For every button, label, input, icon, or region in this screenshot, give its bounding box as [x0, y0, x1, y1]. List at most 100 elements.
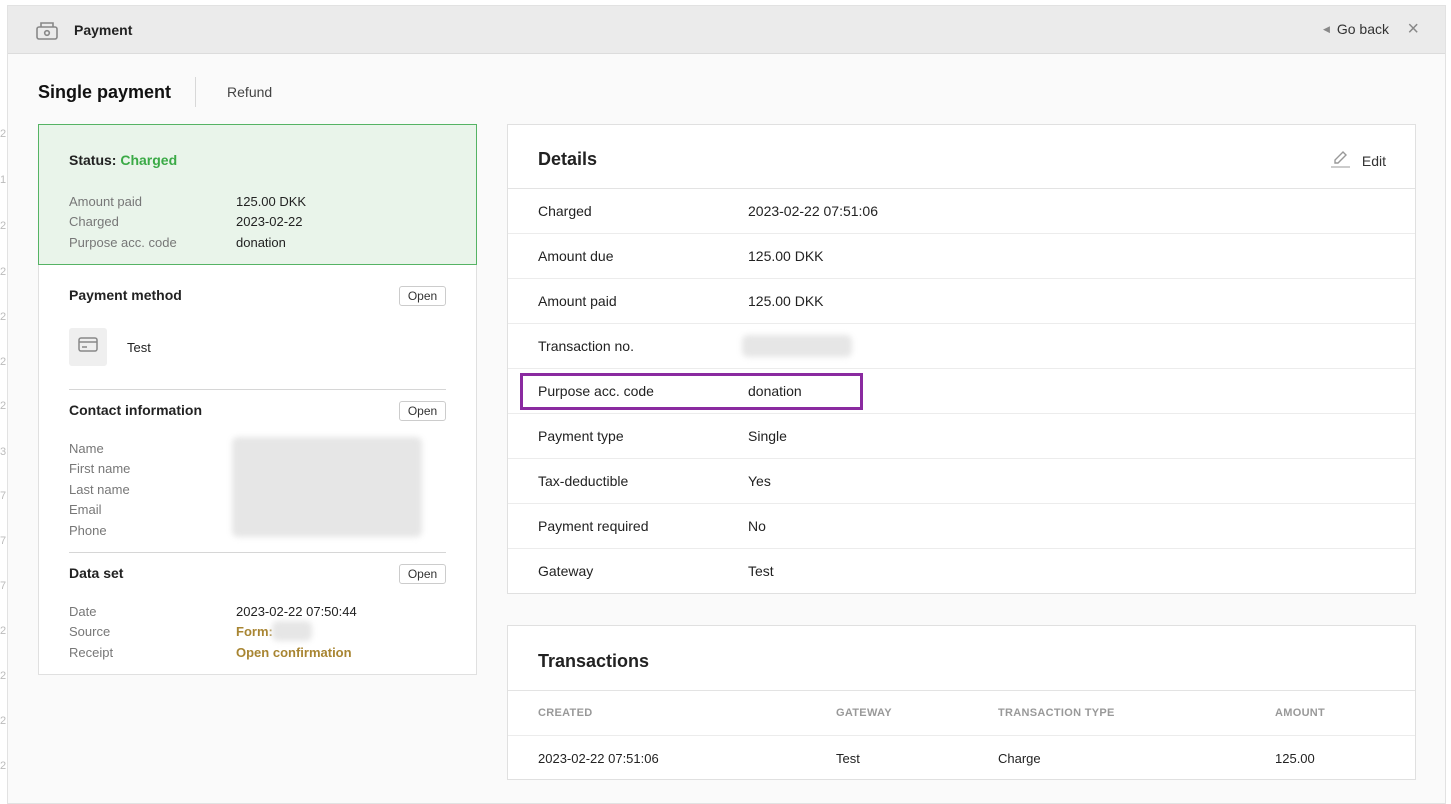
background-digit: 2 [0, 128, 7, 140]
detail-row-gateway: Gateway Test [508, 549, 1415, 594]
background-page-edge: 2 1 2 2 2 2 2 3 7 7 7 2 2 2 2 [0, 0, 7, 804]
dataset-open-button[interactable]: Open [399, 564, 446, 584]
edit-label: Edit [1361, 152, 1386, 169]
detail-value: Test [748, 563, 774, 579]
detail-label: Payment type [538, 428, 624, 444]
detail-row-payment-type: Payment type Single [508, 414, 1415, 459]
payment-tabs: Single payment Refund [38, 76, 272, 108]
status-box: Status: Charged Amount paid 125.00 DKK C… [38, 124, 477, 265]
cell-gateway: Test [836, 751, 860, 766]
contact-name-label: Name [69, 441, 104, 456]
payment-method-icon-tile [69, 328, 107, 366]
background-digit: 2 [0, 220, 7, 232]
detail-value: Single [748, 428, 787, 444]
payment-modal: Payment ◀ Go back × Single payment Refun… [7, 5, 1446, 804]
dataset-source-label: Source [69, 624, 111, 639]
status-line: Status: Charged [69, 152, 177, 168]
contact-info-title: Contact information [69, 402, 202, 418]
payment-method-title: Payment method [69, 287, 182, 303]
status-label: Status: [69, 152, 117, 168]
detail-value: 125.00 DKK [748, 248, 824, 264]
detail-label: Transaction no. [538, 338, 634, 354]
credit-card-icon [78, 337, 98, 357]
detail-label: Payment required [538, 518, 649, 534]
contact-first-name-label: First name [69, 461, 131, 476]
status-amount-label: Amount paid [69, 194, 142, 209]
close-icon[interactable]: × [1407, 19, 1419, 39]
detail-row-tax-deductible: Tax-deductible Yes [508, 459, 1415, 504]
detail-row-charged: Charged 2023-02-22 07:51:06 [508, 189, 1415, 234]
detail-value: Yes [748, 473, 771, 489]
open-confirmation-link[interactable]: Open confirmation [236, 645, 352, 660]
divider [69, 552, 446, 553]
contact-info-open-button[interactable]: Open [399, 401, 446, 421]
transactions-card: Transactions CREATED GATEWAY TRANSACTION… [507, 625, 1416, 780]
detail-label: Tax-deductible [538, 473, 629, 489]
divider [69, 389, 446, 390]
column-header-created[interactable]: CREATED [538, 707, 592, 719]
column-header-transaction-type[interactable]: TRANSACTION TYPE [998, 707, 1115, 719]
detail-row-payment-required: Payment required No [508, 504, 1415, 549]
dataset-date-label: Date [69, 604, 97, 619]
table-row[interactable]: 2023-02-22 07:51:06 Test Charge 125.00 [508, 736, 1415, 780]
dataset-receipt-label: Receipt [69, 645, 114, 660]
dataset-source-link[interactable]: Form: [236, 624, 273, 639]
detail-row-amount-paid: Amount paid 125.00 DKK [508, 279, 1415, 324]
column-header-gateway[interactable]: GATEWAY [836, 707, 892, 719]
background-digit: 7 [0, 490, 7, 502]
background-digit: 2 [0, 400, 7, 412]
cell-created: 2023-02-22 07:51:06 [538, 751, 659, 766]
column-header-amount[interactable]: AMOUNT [1275, 707, 1325, 719]
status-amount-value: 125.00 DKK [236, 194, 307, 209]
modal-title: Payment [74, 22, 133, 38]
detail-value: donation [748, 383, 802, 399]
background-digit: 2 [0, 760, 7, 772]
contact-phone-label: Phone [69, 523, 107, 538]
transactions-title: Transactions [538, 651, 650, 671]
tab-single-payment[interactable]: Single payment [38, 77, 197, 107]
status-charged-label: Charged [69, 214, 119, 229]
background-digit: 1 [0, 174, 7, 186]
payment-method-open-button[interactable]: Open [399, 286, 446, 306]
status-purpose-value: donation [236, 235, 286, 250]
detail-value: 125.00 DKK [748, 293, 824, 309]
dataset-title: Data set [69, 565, 124, 581]
background-digit: 3 [0, 446, 7, 458]
background-digit: 2 [0, 670, 7, 682]
caret-left-icon: ◀ [1322, 23, 1330, 34]
cell-transaction-type: Charge [998, 751, 1041, 766]
detail-row-transaction-no: Transaction no. [508, 324, 1415, 369]
background-digit: 2 [0, 266, 7, 278]
go-back-label: Go back [1336, 21, 1389, 37]
modal-titlebar: Payment ◀ Go back × [8, 6, 1445, 54]
cell-amount: 125.00 [1275, 751, 1315, 766]
detail-row-amount-due: Amount due 125.00 DKK [508, 234, 1415, 279]
detail-row-purpose-acc-code: Purpose acc. code donation [508, 369, 1415, 414]
detail-label: Gateway [538, 563, 594, 579]
redacted-form-name [272, 621, 312, 641]
detail-value: 2023-02-22 07:51:06 [748, 203, 878, 219]
payment-method-name: Test [127, 340, 151, 355]
tab-refund[interactable]: Refund [196, 84, 272, 100]
transactions-column-headers: CREATED GATEWAY TRANSACTION TYPE AMOUNT [508, 691, 1415, 736]
edit-button[interactable]: Edit [1330, 149, 1386, 172]
details-card: Details Edit Charged 2023-02-22 07:51:06… [507, 124, 1416, 594]
status-purpose-label: Purpose acc. code [69, 235, 177, 250]
pencil-icon [1330, 149, 1350, 172]
payment-summary-card: Status: Charged Amount paid 125.00 DKK C… [38, 124, 477, 675]
background-digit: 7 [0, 580, 7, 592]
status-badge: Charged [120, 152, 178, 168]
background-digit: 2 [0, 715, 7, 727]
cash-register-icon [36, 20, 58, 40]
status-charged-value: 2023-02-22 [236, 214, 303, 229]
detail-label: Amount due [538, 248, 614, 264]
contact-email-label: Email [69, 502, 102, 517]
detail-label: Charged [538, 203, 592, 219]
transactions-header: Transactions [508, 626, 1415, 691]
background-digit: 2 [0, 356, 7, 368]
background-digit: 7 [0, 535, 7, 547]
dataset-date-value: 2023-02-22 07:50:44 [236, 604, 357, 619]
detail-label: Purpose acc. code [538, 383, 654, 399]
go-back-button[interactable]: ◀ Go back [1323, 21, 1389, 37]
contact-last-name-label: Last name [69, 482, 130, 497]
